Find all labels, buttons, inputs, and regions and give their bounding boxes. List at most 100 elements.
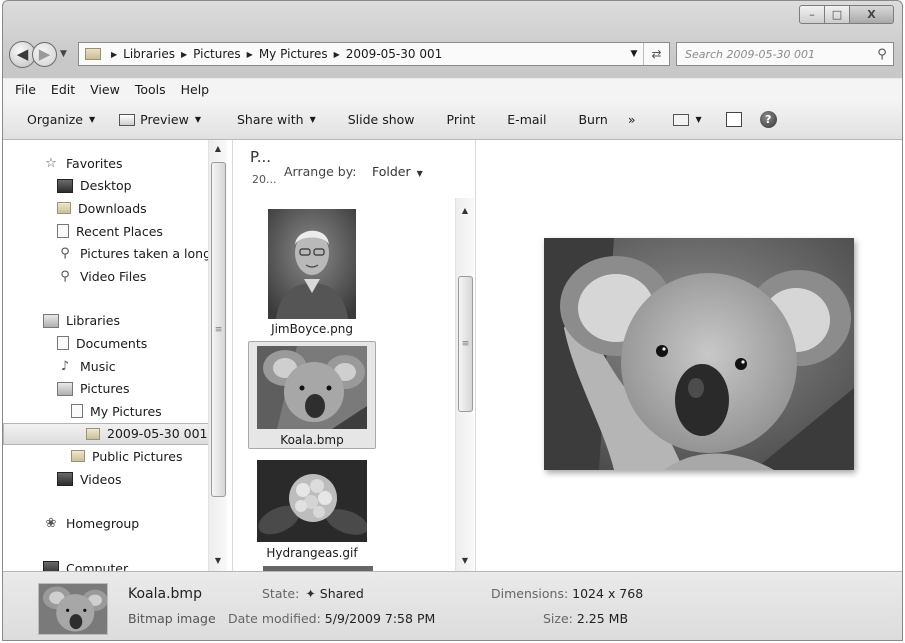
search-input[interactable]: Search 2009-05-30 001 xyxy=(677,48,871,61)
menu-file[interactable]: File xyxy=(9,82,45,97)
folder-icon xyxy=(85,48,101,60)
tree-label: Pictures taken a long xyxy=(80,246,212,262)
maximize-button[interactable]: □ xyxy=(825,5,850,24)
chevron-down-icon: ▼ xyxy=(89,115,96,124)
file-list-scrollbar[interactable]: ▲ ≡ ▼ xyxy=(455,198,474,571)
tree-item-downloads[interactable]: Downloads xyxy=(3,197,211,220)
thumbnail-list: JimBoyce.png Koala.bmp Hydrangeas.gif xyxy=(234,198,456,571)
date-modified-value: 5/9/2009 7:58 PM xyxy=(324,611,436,626)
tree-item-documents[interactable]: Documents xyxy=(3,332,211,355)
koala-preview-image xyxy=(544,238,854,470)
koala-thumbnail-image xyxy=(257,346,367,429)
breadcrumb-my-pictures[interactable]: My Pictures xyxy=(259,47,328,61)
breadcrumb-libraries[interactable]: Libraries xyxy=(123,47,175,61)
arrange-by-dropdown[interactable]: Folder ▼ xyxy=(372,164,423,179)
burn-button[interactable]: Burn xyxy=(568,105,617,135)
slide-show-button[interactable]: Slide show xyxy=(338,105,425,135)
scroll-up-icon[interactable]: ▲ xyxy=(209,144,227,153)
forward-button[interactable]: ▶ xyxy=(32,41,57,67)
downloads-folder-icon xyxy=(57,202,71,215)
file-item[interactable]: Hydrangeas.gif xyxy=(248,455,376,571)
arrange-by-label: Arrange by: xyxy=(284,164,357,179)
tree-label: Documents xyxy=(76,335,148,351)
email-button[interactable]: E-mail xyxy=(497,105,556,135)
tree-label: Videos xyxy=(80,471,122,487)
close-button[interactable]: X xyxy=(850,5,894,24)
desktop-icon xyxy=(57,178,73,193)
tree-label: Favorites xyxy=(66,155,123,171)
tree-item-current-folder[interactable]: 2009-05-30 001 xyxy=(3,422,211,446)
preview-pane-icon[interactable] xyxy=(725,112,742,127)
print-button[interactable]: Print xyxy=(437,105,486,135)
menu-bar: File Edit View Tools Help xyxy=(3,78,902,100)
tree-item-libraries[interactable]: Libraries xyxy=(3,310,211,333)
folder-icon xyxy=(71,450,85,463)
tree-item-computer[interactable]: Computer xyxy=(3,557,211,571)
tree-label: My Pictures xyxy=(90,403,162,419)
file-name: Hydrangeas.gif xyxy=(266,546,358,560)
scroll-down-icon[interactable]: ▼ xyxy=(456,556,474,565)
details-file-name: Koala.bmp xyxy=(128,586,202,602)
command-bar: Organize ▼ Preview ▼ Share with ▼ Slide sho… xyxy=(3,100,902,140)
refresh-icon[interactable]: ⇄ xyxy=(643,43,669,65)
breadcrumb-pictures[interactable]: Pictures xyxy=(193,47,241,61)
details-date-modified: Date modified: 5/9/2009 7:58 PM xyxy=(228,611,435,626)
search-box[interactable]: Search 2009-05-30 001 ⚲ xyxy=(676,42,894,66)
tree-item-favorites[interactable]: ☆ Favorites xyxy=(3,152,211,175)
breadcrumb-arrow-icon[interactable]: ▶ xyxy=(334,50,340,59)
breadcrumb-arrow-icon[interactable]: ▶ xyxy=(181,50,187,59)
library-header: P... 20... Arrange by: Folder ▼ xyxy=(234,140,476,198)
slide-show-label: Slide show xyxy=(347,112,415,127)
navigation-scrollbar[interactable]: ▲ ≡ ▼ xyxy=(208,140,227,571)
details-file-type: Bitmap image xyxy=(128,611,216,626)
preview-button[interactable]: Preview ▼ xyxy=(109,105,211,135)
tree-item-desktop[interactable]: Desktop xyxy=(3,175,211,198)
minimize-button[interactable]: – xyxy=(799,5,825,24)
menu-help[interactable]: Help xyxy=(175,82,219,97)
file-thumbnail xyxy=(257,460,367,542)
scroll-down-icon[interactable]: ▼ xyxy=(209,556,227,565)
menu-tools[interactable]: Tools xyxy=(129,82,175,97)
chevron-down-icon: ▼ xyxy=(60,49,67,59)
breadcrumb-arrow-icon[interactable]: ▶ xyxy=(247,50,253,59)
email-label: E-mail xyxy=(507,112,547,127)
tree-item-public-pictures[interactable]: Public Pictures xyxy=(3,445,211,468)
share-with-button[interactable]: Share with ▼ xyxy=(227,105,326,135)
search-icon[interactable]: ⚲ xyxy=(871,47,893,62)
file-name: JimBoyce.png xyxy=(271,322,353,336)
scrollbar-thumb[interactable]: ≡ xyxy=(211,162,226,497)
tree-item-homegroup[interactable]: ❀ Homegroup xyxy=(3,512,211,535)
tree-item-my-pictures[interactable]: My Pictures xyxy=(3,400,211,423)
change-view-button[interactable]: ▼ xyxy=(673,113,702,126)
scroll-up-icon[interactable]: ▲ xyxy=(456,206,474,215)
tree-item-videos[interactable]: Videos xyxy=(3,468,211,491)
file-item-selected[interactable]: Koala.bmp xyxy=(248,341,376,449)
star-icon: ☆ xyxy=(45,155,57,171)
tree-item-saved-search[interactable]: ⚲ Pictures taken a long xyxy=(3,242,211,265)
main-area: ☆ Favorites Desktop Downloads Recent Plac… xyxy=(3,140,902,571)
details-size: Size: 2.25 MB xyxy=(543,611,628,626)
breadcrumb-arrow-icon[interactable]: ▶ xyxy=(111,50,117,59)
file-item[interactable] xyxy=(248,204,376,326)
chevron-down-icon: ▼ xyxy=(194,115,201,124)
breadcrumb-current-folder[interactable]: 2009-05-30 001 xyxy=(346,47,442,61)
tree-item-video-files[interactable]: ⚲ Video Files xyxy=(3,265,211,288)
recent-pages-dropdown[interactable]: ▼ xyxy=(60,49,74,59)
tree-item-recent-places[interactable]: Recent Places xyxy=(3,220,211,243)
tree-item-music[interactable]: ♪ Music xyxy=(3,355,211,378)
folder-tree: ☆ Favorites Desktop Downloads Recent Plac… xyxy=(3,152,211,571)
help-icon[interactable]: ? xyxy=(759,111,777,128)
date-modified-label: Date modified: xyxy=(228,611,321,626)
address-bar[interactable]: ▶ Libraries ▶ Pictures ▶ My Pictures ▶ 2… xyxy=(78,42,670,66)
tree-item-pictures[interactable]: Pictures xyxy=(3,377,211,400)
more-commands-button[interactable]: » xyxy=(618,105,646,135)
burn-label: Burn xyxy=(578,112,608,127)
tree-label: Music xyxy=(80,358,116,374)
menu-view[interactable]: View xyxy=(84,82,129,97)
organize-button[interactable]: Organize ▼ xyxy=(17,105,105,135)
tree-label: Recent Places xyxy=(76,223,163,239)
explorer-window: – □ X ◀ ▶ ▼ ▶ Libraries ▶ Pictures ▶ My … xyxy=(2,0,903,641)
scrollbar-thumb[interactable]: ≡ xyxy=(458,276,473,412)
address-dropdown-icon[interactable]: ▼ xyxy=(625,49,643,59)
menu-edit[interactable]: Edit xyxy=(45,82,84,97)
